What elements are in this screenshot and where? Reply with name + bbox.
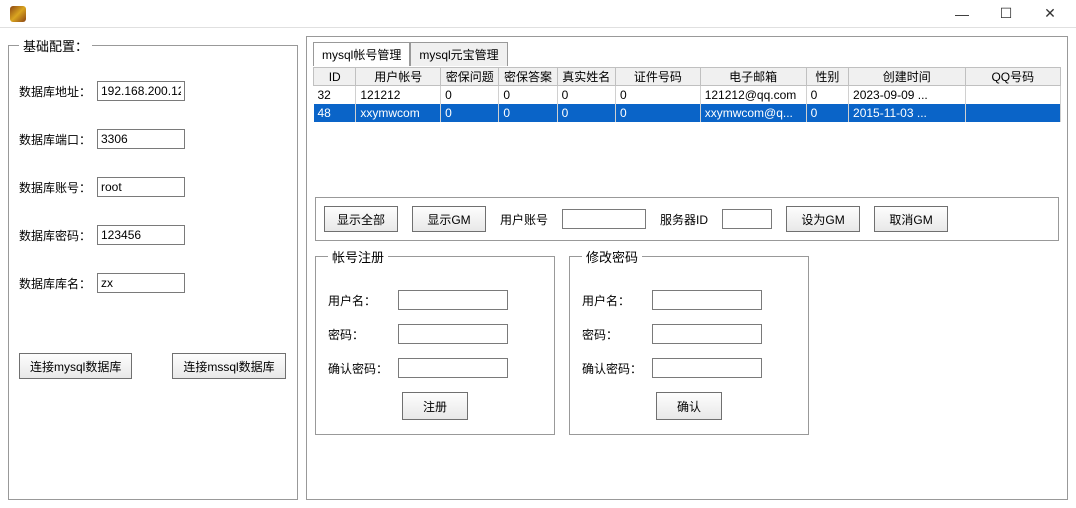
table-cell (965, 104, 1060, 122)
mod-user-input[interactable] (652, 290, 762, 310)
mod-user-label: 用户名： (582, 292, 652, 309)
col-header[interactable]: 密保问题 (441, 68, 499, 86)
reg-pass-input[interactable] (398, 324, 508, 344)
modify-legend: 修改密码 (582, 247, 642, 266)
server-id-label: 服务器ID (660, 211, 708, 228)
user-account-input[interactable] (562, 209, 646, 229)
table-cell: 0 (499, 104, 557, 122)
col-header[interactable]: 真实姓名 (557, 68, 615, 86)
confirm-button[interactable]: 确认 (656, 392, 722, 420)
table-cell: 0 (615, 104, 700, 122)
col-header[interactable]: 用户帐号 (356, 68, 441, 86)
maximize-button[interactable]: ☐ (984, 0, 1028, 28)
mod-pass-input[interactable] (652, 324, 762, 344)
tab-yuanbao-mgmt[interactable]: mysql元宝管理 (410, 42, 507, 66)
reg-user-input[interactable] (398, 290, 508, 310)
col-header[interactable]: ID (314, 68, 356, 86)
titlebar: — ☐ ✕ (0, 0, 1076, 28)
basic-config-panel: 基础配置： 数据库地址： 数据库端口： 数据库账号： 数据库密码： 数据库库名：… (8, 36, 298, 500)
modify-password-panel: 修改密码 用户名： 密码： 确认密码： 确认 (569, 247, 809, 435)
mod-confirm-input[interactable] (652, 358, 762, 378)
table-cell: 0 (441, 86, 499, 104)
show-gm-button[interactable]: 显示GM (412, 206, 486, 232)
table-cell: 2023-09-09 ... (849, 86, 966, 104)
table-cell (965, 86, 1060, 104)
col-header[interactable]: 性别 (806, 68, 848, 86)
table-cell: 0 (557, 86, 615, 104)
mod-pass-label: 密码： (582, 326, 652, 343)
db-name-label: 数据库库名： (19, 275, 97, 292)
table-cell: 2015-11-03 ... (849, 104, 966, 122)
table-cell: 0 (806, 86, 848, 104)
tabs: mysql帐号管理 mysql元宝管理 (313, 42, 1061, 66)
db-pass-label: 数据库密码： (19, 227, 97, 244)
table-cell: 48 (314, 104, 356, 122)
set-gm-button[interactable]: 设为GM (786, 206, 860, 232)
col-header[interactable]: 创建时间 (849, 68, 966, 86)
reg-confirm-label: 确认密码： (328, 360, 398, 377)
table-cell: 0 (615, 86, 700, 104)
connect-mssql-button[interactable]: 连接mssql数据库 (172, 353, 285, 379)
table-cell: 0 (806, 104, 848, 122)
server-id-input[interactable] (722, 209, 772, 229)
connect-mysql-button[interactable]: 连接mysql数据库 (19, 353, 132, 379)
db-port-input[interactable] (97, 129, 185, 149)
db-name-input[interactable] (97, 273, 185, 293)
table-row[interactable]: 48xxymwcom0000xxymwcom@q...02015-11-03 .… (314, 104, 1061, 122)
table-cell: 0 (499, 86, 557, 104)
reg-user-label: 用户名： (328, 292, 398, 309)
user-account-label: 用户账号 (500, 211, 548, 228)
cancel-gm-button[interactable]: 取消GM (874, 206, 948, 232)
account-table[interactable]: ID用户帐号密保问题密保答案真实姓名证件号码电子邮箱性别创建时间QQ号码3212… (313, 67, 1061, 191)
db-user-input[interactable] (97, 177, 185, 197)
table-cell: xxymwcom (356, 104, 441, 122)
tab-account-mgmt[interactable]: mysql帐号管理 (313, 42, 410, 66)
table-row[interactable]: 321212120000121212@qq.com02023-09-09 ... (314, 86, 1061, 104)
col-header[interactable]: 电子邮箱 (700, 68, 806, 86)
toolbar: 显示全部 显示GM 用户账号 服务器ID 设为GM 取消GM (315, 197, 1059, 241)
register-panel: 帐号注册 用户名： 密码： 确认密码： 注册 (315, 247, 555, 435)
db-port-label: 数据库端口： (19, 131, 97, 148)
table-cell: 121212 (356, 86, 441, 104)
register-legend: 帐号注册 (328, 247, 388, 266)
right-panel: mysql帐号管理 mysql元宝管理 ID用户帐号密保问题密保答案真实姓名证件… (306, 36, 1068, 500)
table-cell: 0 (441, 104, 499, 122)
basic-config-legend: 基础配置： (19, 36, 92, 55)
register-button[interactable]: 注册 (402, 392, 468, 420)
db-pass-input[interactable] (97, 225, 185, 245)
reg-confirm-input[interactable] (398, 358, 508, 378)
minimize-button[interactable]: — (940, 0, 984, 28)
reg-pass-label: 密码： (328, 326, 398, 343)
app-icon (10, 6, 26, 22)
col-header[interactable]: 密保答案 (499, 68, 557, 86)
db-addr-label: 数据库地址： (19, 83, 97, 100)
table-cell: 121212@qq.com (700, 86, 806, 104)
mod-confirm-label: 确认密码： (582, 360, 652, 377)
table-cell: 0 (557, 104, 615, 122)
db-addr-input[interactable] (97, 81, 185, 101)
table-cell: xxymwcom@q... (700, 104, 806, 122)
close-button[interactable]: ✕ (1028, 0, 1072, 28)
db-user-label: 数据库账号： (19, 179, 97, 196)
col-header[interactable]: QQ号码 (965, 68, 1060, 86)
col-header[interactable]: 证件号码 (615, 68, 700, 86)
show-all-button[interactable]: 显示全部 (324, 206, 398, 232)
table-cell: 32 (314, 86, 356, 104)
